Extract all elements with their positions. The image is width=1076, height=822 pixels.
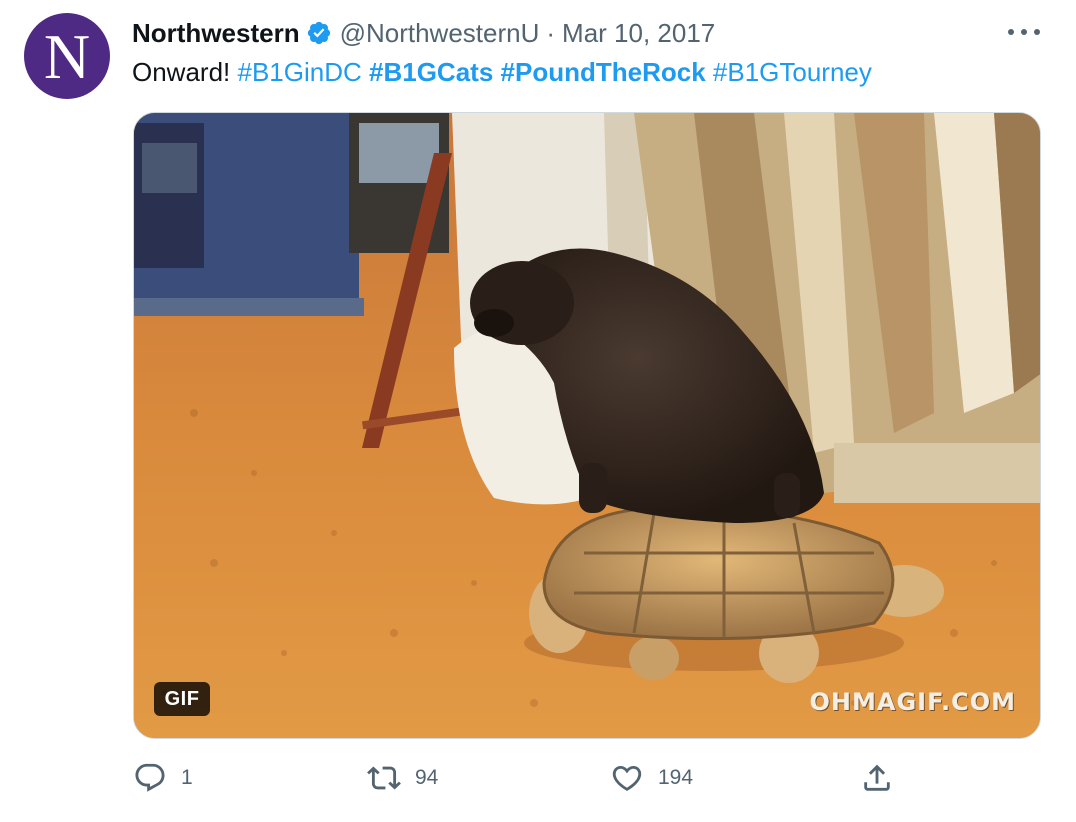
verified-badge-icon: [307, 21, 330, 45]
display-name[interactable]: Northwestern: [132, 18, 300, 49]
more-options-icon[interactable]: [1008, 20, 1040, 44]
cat-leg: [774, 473, 800, 518]
like-count: 194: [658, 766, 694, 789]
retweet-button[interactable]: 94: [367, 758, 438, 798]
watermark: OHMAGIF.COM: [809, 688, 1016, 716]
tweet-date[interactable]: Mar 10, 2017: [562, 18, 715, 49]
separator-dot: ·: [546, 17, 556, 48]
gif-scene: [134, 113, 1040, 738]
gif-media[interactable]: GIF OHMAGIF.COM: [133, 112, 1041, 739]
cat-leg: [579, 463, 607, 513]
more-dot: [1021, 29, 1027, 35]
share-icon: [864, 764, 890, 791]
hashtag-link[interactable]: #B1GTourney: [713, 57, 872, 87]
more-dot: [1034, 29, 1040, 35]
tortoise-leg: [629, 636, 679, 680]
reply-count: 1: [181, 766, 193, 789]
tweet-header: Northwestern @NorthwesternU · Mar 10, 20…: [132, 16, 715, 50]
reply-icon: [135, 763, 165, 792]
reply-button[interactable]: 1: [133, 758, 193, 798]
like-button[interactable]: 194: [610, 758, 693, 798]
hashtag-link[interactable]: #PoundTheRock: [501, 57, 706, 87]
handle[interactable]: @NorthwesternU: [340, 18, 540, 49]
gif-badge: GIF: [154, 682, 210, 716]
share-button[interactable]: [860, 758, 894, 798]
tweet-text-prefix: Onward!: [132, 57, 231, 87]
hashtag-link[interactable]: #B1GCats: [369, 57, 493, 87]
tweet-text: Onward! #B1GinDC #B1GCats #PoundTheRock …: [132, 55, 872, 89]
avatar[interactable]: N: [24, 13, 110, 99]
like-icon: [612, 765, 642, 791]
hashtag-link[interactable]: #B1GinDC: [238, 57, 362, 87]
tweet-card: N Northwestern @NorthwesternU · Mar 10, …: [0, 0, 1076, 822]
more-dot: [1008, 29, 1014, 35]
retweet-count: 94: [415, 766, 439, 789]
retweet-icon: [367, 766, 401, 790]
action-bar: 1 94 194: [0, 758, 1076, 798]
avatar-letter: N: [43, 21, 91, 92]
